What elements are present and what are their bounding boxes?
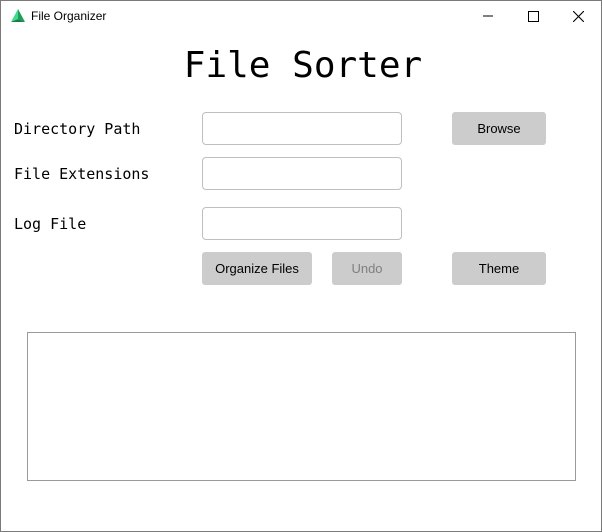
undo-button[interactable]: Undo — [332, 252, 402, 285]
window-title: File Organizer — [31, 9, 107, 23]
close-button[interactable] — [555, 1, 601, 31]
theme-button[interactable]: Theme — [452, 252, 546, 285]
app-logo-icon — [10, 8, 26, 24]
log-output-area[interactable] — [27, 332, 576, 481]
directory-path-input[interactable] — [202, 112, 402, 145]
minimize-button[interactable] — [465, 1, 511, 31]
browse-button[interactable]: Browse — [452, 112, 546, 145]
maximize-icon — [527, 10, 539, 22]
close-icon — [572, 10, 584, 22]
log-file-input[interactable] — [202, 207, 402, 240]
file-extensions-label: File Extensions — [14, 165, 150, 183]
organize-files-button[interactable]: Organize Files — [202, 252, 312, 285]
page-title: File Sorter — [183, 45, 423, 86]
maximize-button[interactable] — [510, 1, 556, 31]
minimize-icon — [483, 11, 493, 21]
title-bar[interactable]: File Organizer — [1, 1, 601, 31]
file-extensions-input[interactable] — [202, 157, 402, 190]
app-window: File Organizer File Sorter Directory Pat… — [0, 0, 602, 532]
log-file-label: Log File — [14, 215, 87, 233]
directory-path-label: Directory Path — [14, 120, 141, 138]
